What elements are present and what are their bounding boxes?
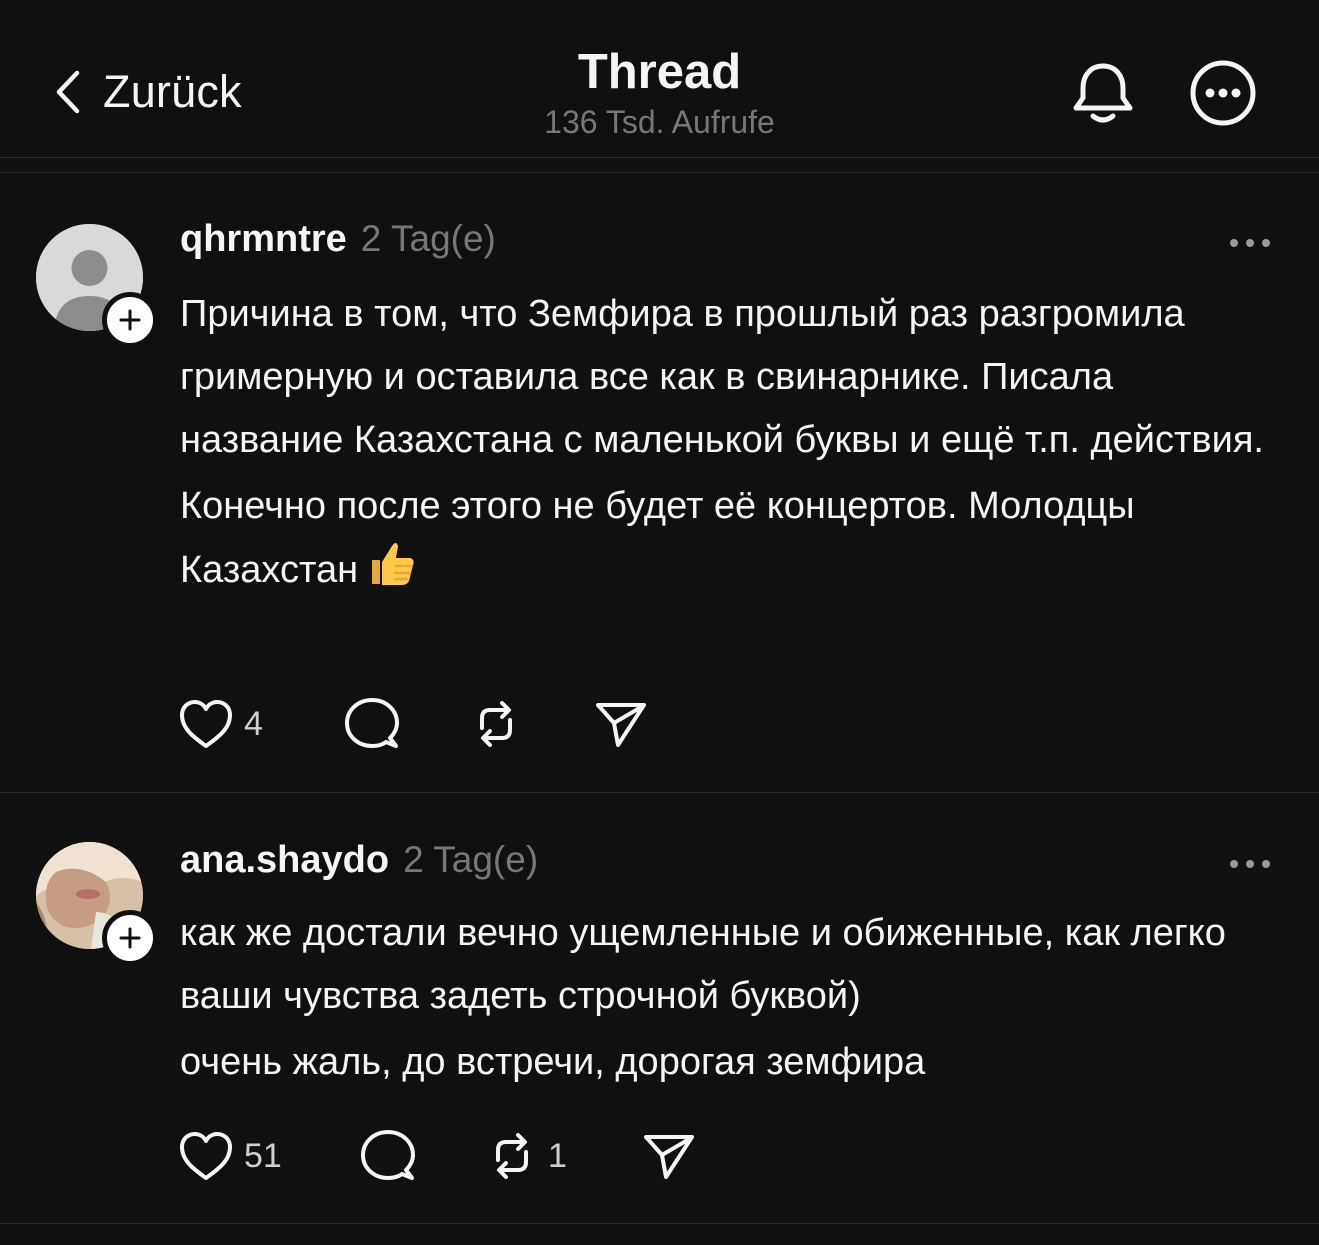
comment-icon (361, 1130, 415, 1180)
repost-icon (496, 1133, 528, 1179)
post-paragraph: как же достали вечно ущемленные и обижен… (180, 912, 1226, 1017)
share-button[interactable] (642, 1126, 696, 1186)
send-icon (644, 1135, 694, 1179)
like-button[interactable]: 4 (178, 694, 344, 754)
post-paragraph: Причина в том, что Земфира в прошлый раз… (180, 293, 1264, 461)
reply-post: qhrmntre 2 Tag(e) Причина в том, что Зем… (0, 173, 1319, 793)
post-actions: 4 (178, 694, 648, 754)
notifications-button[interactable] (1068, 58, 1138, 128)
heart-icon (180, 700, 232, 748)
timestamp: 2 Tag(e) (360, 218, 496, 259)
post-header: ana.shaydo 2 Tag(e) (180, 839, 538, 889)
reply-button[interactable] (360, 1126, 486, 1186)
post-actions: 51 1 (178, 1126, 696, 1186)
username[interactable]: qhrmntre (180, 218, 347, 261)
like-count: 4 (244, 704, 263, 743)
username[interactable]: ana.shaydo (180, 839, 389, 882)
post-menu-button[interactable] (1224, 228, 1276, 258)
thumbs-up-emoji (366, 538, 416, 608)
plus-icon (119, 309, 141, 331)
post-text: как же достали вечно ущемленные и обижен… (180, 902, 1280, 1094)
send-icon (596, 703, 646, 747)
repost-count: 1 (548, 1136, 567, 1175)
post-divider (0, 792, 1319, 793)
post-menu-button[interactable] (1224, 849, 1276, 879)
heart-icon (180, 1132, 232, 1180)
reply-post: ana.shaydo 2 Tag(e) как же достали вечно… (0, 794, 1319, 1224)
post-text: Причина в том, что Земфира в прошлый раз… (180, 283, 1280, 608)
post-paragraph: Конечно после этого не будет её концерто… (180, 475, 1280, 608)
reply-button[interactable] (344, 694, 470, 754)
repost-icon (480, 701, 512, 747)
ellipsis-icon (1230, 239, 1270, 247)
more-circle-icon (1190, 60, 1256, 126)
timestamp: 2 Tag(e) (403, 839, 539, 880)
follow-button[interactable] (102, 910, 158, 966)
like-button[interactable]: 51 (178, 1126, 360, 1186)
post-divider (0, 1223, 1319, 1224)
post-paragraph: очень жаль, до встречи, дорогая земфира (180, 1041, 926, 1083)
post-header: qhrmntre 2 Tag(e) (180, 218, 496, 268)
repost-button[interactable]: 1 (486, 1126, 642, 1186)
comment-icon (345, 698, 399, 748)
share-button[interactable] (594, 694, 648, 754)
ellipsis-icon (1230, 860, 1270, 868)
thumbs-up-icon (372, 543, 414, 585)
plus-icon (119, 927, 141, 949)
repost-button[interactable] (470, 694, 594, 754)
bell-icon (1073, 63, 1133, 123)
follow-button[interactable] (102, 292, 158, 348)
thread-menu-button[interactable] (1188, 58, 1258, 128)
post-paragraph-text: Конечно после этого не будет её концерто… (180, 485, 1135, 591)
like-count: 51 (244, 1136, 282, 1175)
header-divider (0, 157, 1319, 158)
top-bar: Zurück Thread 136 Tsd. Aufrufe (0, 0, 1319, 158)
